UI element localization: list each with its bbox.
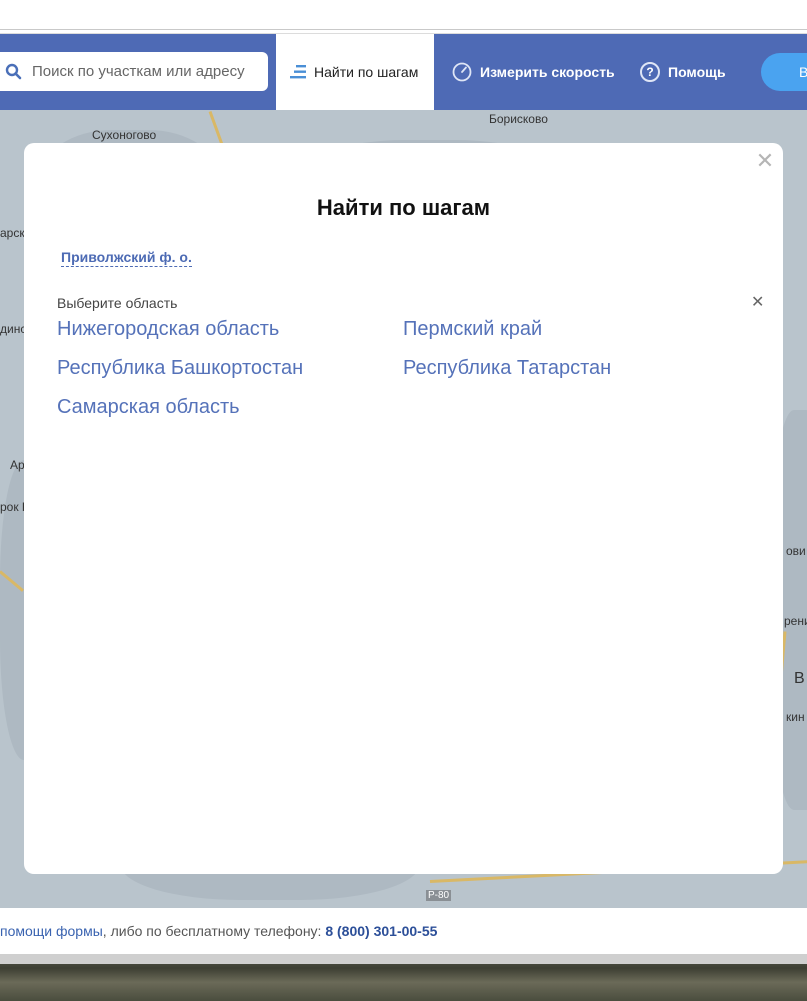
map-label: арск xyxy=(0,226,25,240)
map-label: кин xyxy=(786,710,805,724)
divider xyxy=(0,954,807,964)
region-link[interactable]: Пермский край xyxy=(403,318,542,341)
region-prompt: Выберите область xyxy=(57,295,178,311)
search-input[interactable] xyxy=(32,63,262,80)
help-icon: ? xyxy=(640,62,660,82)
tab-find-by-steps-label: Найти по шагам xyxy=(314,64,419,80)
help-label: Помощь xyxy=(668,64,726,80)
map-label: динс xyxy=(0,322,27,336)
page: Найти по шагам Измерить скорость ? Помощ… xyxy=(0,0,807,1001)
feedback-form-link[interactable]: помощи формы xyxy=(0,923,103,939)
top-navbar: Найти по шагам Измерить скорость ? Помощ… xyxy=(0,34,807,110)
map-label: В xyxy=(794,670,805,687)
measure-speed-link[interactable]: Измерить скорость xyxy=(452,34,615,110)
measure-speed-label: Измерить скорость xyxy=(480,64,615,80)
breadcrumb-federal-district[interactable]: Приволжский ф. о. xyxy=(61,249,192,267)
browser-top-strip xyxy=(0,0,807,34)
map-label: рени xyxy=(784,614,807,628)
help-link[interactable]: ? Помощь xyxy=(640,34,726,110)
clear-selection-icon[interactable]: ✕ xyxy=(751,295,764,311)
map-label: Борисково xyxy=(489,112,548,126)
footer-contact: помощи формы, либо по бесплатному телефо… xyxy=(0,908,807,954)
divider xyxy=(0,29,807,30)
hotline-phone[interactable]: 8 (800) 301-00-55 xyxy=(325,923,437,939)
photo-banner xyxy=(0,954,807,1001)
region-link[interactable]: Самарская область xyxy=(57,396,240,419)
map-label: ови xyxy=(786,544,806,558)
region-link[interactable]: Республика Татарстан xyxy=(403,357,611,380)
map-label: Ар xyxy=(10,458,25,472)
search-icon xyxy=(4,62,24,82)
map-label: Сухоногово xyxy=(92,128,157,142)
footer-text: , либо по бесплатному телефону: xyxy=(102,923,326,939)
modal-title: Найти по шагам xyxy=(316,195,491,220)
close-icon[interactable]: ✕ xyxy=(755,150,775,172)
find-by-steps-modal: ✕ Найти по шагам Приволжский ф. о. Выбер… xyxy=(24,143,783,874)
map-label: Р-80 xyxy=(426,890,452,901)
steps-icon xyxy=(290,65,308,79)
login-button[interactable]: В xyxy=(761,53,807,91)
tab-find-by-steps[interactable]: Найти по шагам xyxy=(276,34,434,110)
speedometer-icon xyxy=(452,62,472,82)
region-link[interactable]: Республика Башкортостан xyxy=(57,357,303,380)
region-link[interactable]: Нижегородская область xyxy=(57,318,279,341)
search-box[interactable] xyxy=(0,52,268,91)
